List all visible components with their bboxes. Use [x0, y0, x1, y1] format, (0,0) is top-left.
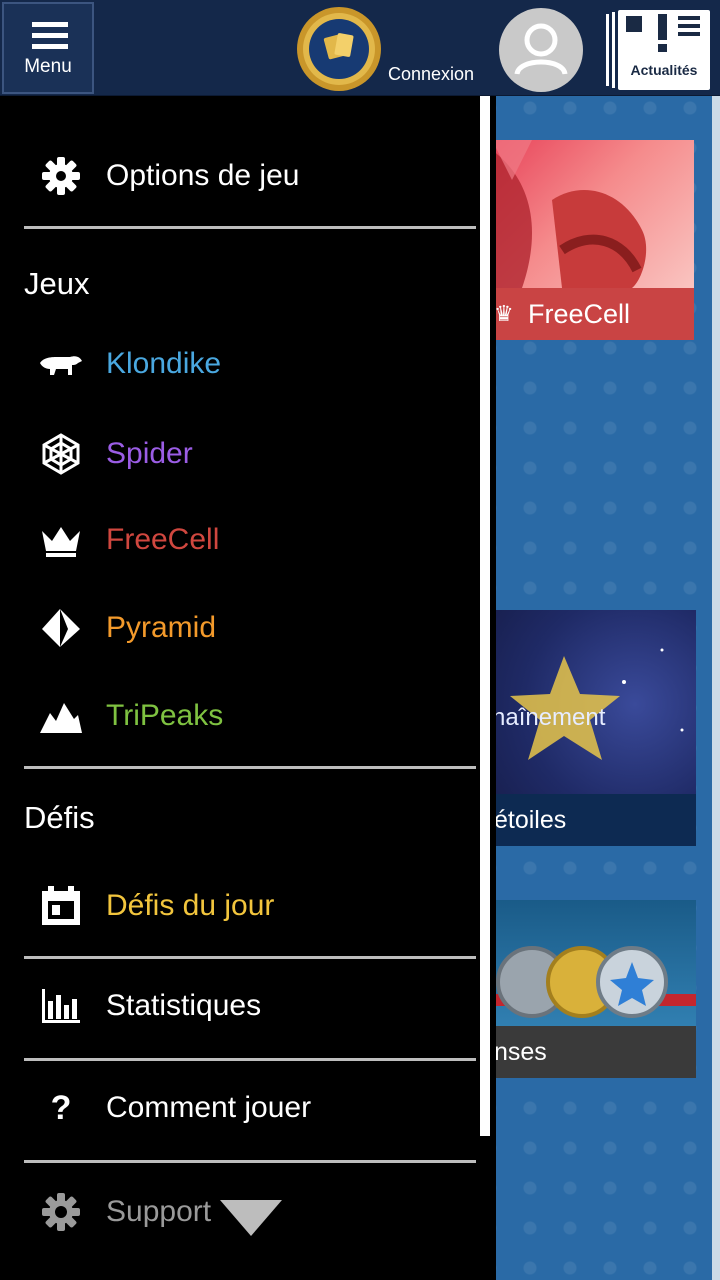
- menu-item-tripeaks[interactable]: TriPeaks: [24, 676, 476, 756]
- question-mark-icon: ?: [50, 1089, 72, 1127]
- mountains-icon: [40, 703, 82, 733]
- pyramid-icon: [42, 609, 80, 647]
- star-card-text: haînement: [492, 704, 606, 731]
- divider: [24, 1058, 476, 1061]
- options-label: Options de jeu: [106, 159, 300, 192]
- menu-item-statistics[interactable]: Statistiques: [24, 966, 476, 1046]
- newspaper-pages-icon: [606, 12, 615, 88]
- news-label: Actualités: [630, 62, 698, 78]
- menu-item-how-to-play[interactable]: ? Comment jouer: [24, 1068, 476, 1148]
- support-label: Support: [106, 1195, 212, 1228]
- menu-item-daily-challenges[interactable]: Défis du jour: [24, 866, 476, 946]
- scroll-down-arrow-icon[interactable]: [220, 1200, 282, 1238]
- menu-label: Menu: [24, 56, 72, 77]
- menu-item-pyramid[interactable]: Pyramid: [24, 588, 476, 668]
- drawer-scrollbar[interactable]: [480, 96, 490, 1136]
- section-title-challenges: Défis: [24, 800, 95, 835]
- badges-card-label: nses: [494, 1038, 547, 1066]
- divider: [24, 1160, 476, 1163]
- freecell-game-card[interactable]: ♛ FreeCell: [492, 140, 694, 340]
- hamburger-icon: [32, 22, 68, 55]
- badges-card[interactable]: nses: [492, 900, 696, 1078]
- daily-challenges-label: Défis du jour: [106, 889, 275, 922]
- badges-card-footer: nses: [492, 1026, 696, 1078]
- statistics-label: Statistiques: [106, 989, 262, 1022]
- news-button[interactable]: Actualités: [604, 10, 710, 90]
- menu-item-options[interactable]: Options de jeu: [24, 136, 476, 216]
- polar-bear-icon: [40, 356, 82, 375]
- user-avatar[interactable]: [499, 8, 583, 92]
- divider: [24, 956, 476, 959]
- star-artwork: [510, 648, 684, 760]
- star-card-footer: étoiles: [492, 794, 696, 846]
- star-challenge-card[interactable]: haînement étoiles: [492, 610, 696, 846]
- tripeaks-label: TriPeaks: [106, 699, 224, 732]
- divider: [24, 226, 476, 229]
- klondike-label: Klondike: [106, 347, 222, 380]
- pyramid-label: Pyramid: [106, 611, 217, 644]
- page-scrollbar[interactable]: [712, 96, 720, 1280]
- spider-label: Spider: [106, 437, 193, 470]
- freecell-artwork: [492, 140, 647, 288]
- freecell-label: FreeCell: [106, 523, 220, 556]
- section-title-games: Jeux: [24, 266, 90, 301]
- crown-icon: [42, 527, 80, 557]
- menu-item-spider[interactable]: Spider: [24, 414, 476, 494]
- gear-wrench-icon: [42, 1193, 80, 1231]
- top-bar: Menu Connexion Actualités: [0, 0, 720, 96]
- bar-chart-icon: [42, 989, 80, 1023]
- calendar-icon: [42, 886, 80, 925]
- how-to-play-label: Comment jouer: [106, 1091, 312, 1124]
- newspaper-icon: [618, 10, 710, 90]
- spider-web-icon: [42, 433, 80, 475]
- solitaire-logo-badge[interactable]: [296, 6, 382, 92]
- freecell-card-label: FreeCell: [528, 299, 631, 329]
- menu-item-klondike[interactable]: Klondike: [24, 324, 476, 404]
- menu-button[interactable]: Menu: [2, 2, 94, 94]
- medals-artwork: [492, 946, 696, 1018]
- user-icon: [514, 23, 568, 75]
- divider: [24, 766, 476, 769]
- crown-icon: ♛: [494, 301, 514, 326]
- star-card-label: étoiles: [494, 806, 567, 834]
- connexion-label[interactable]: Connexion: [388, 64, 474, 85]
- gear-icon: [42, 157, 80, 195]
- menu-item-freecell[interactable]: FreeCell: [24, 500, 476, 580]
- freecell-card-footer: ♛ FreeCell: [492, 288, 694, 340]
